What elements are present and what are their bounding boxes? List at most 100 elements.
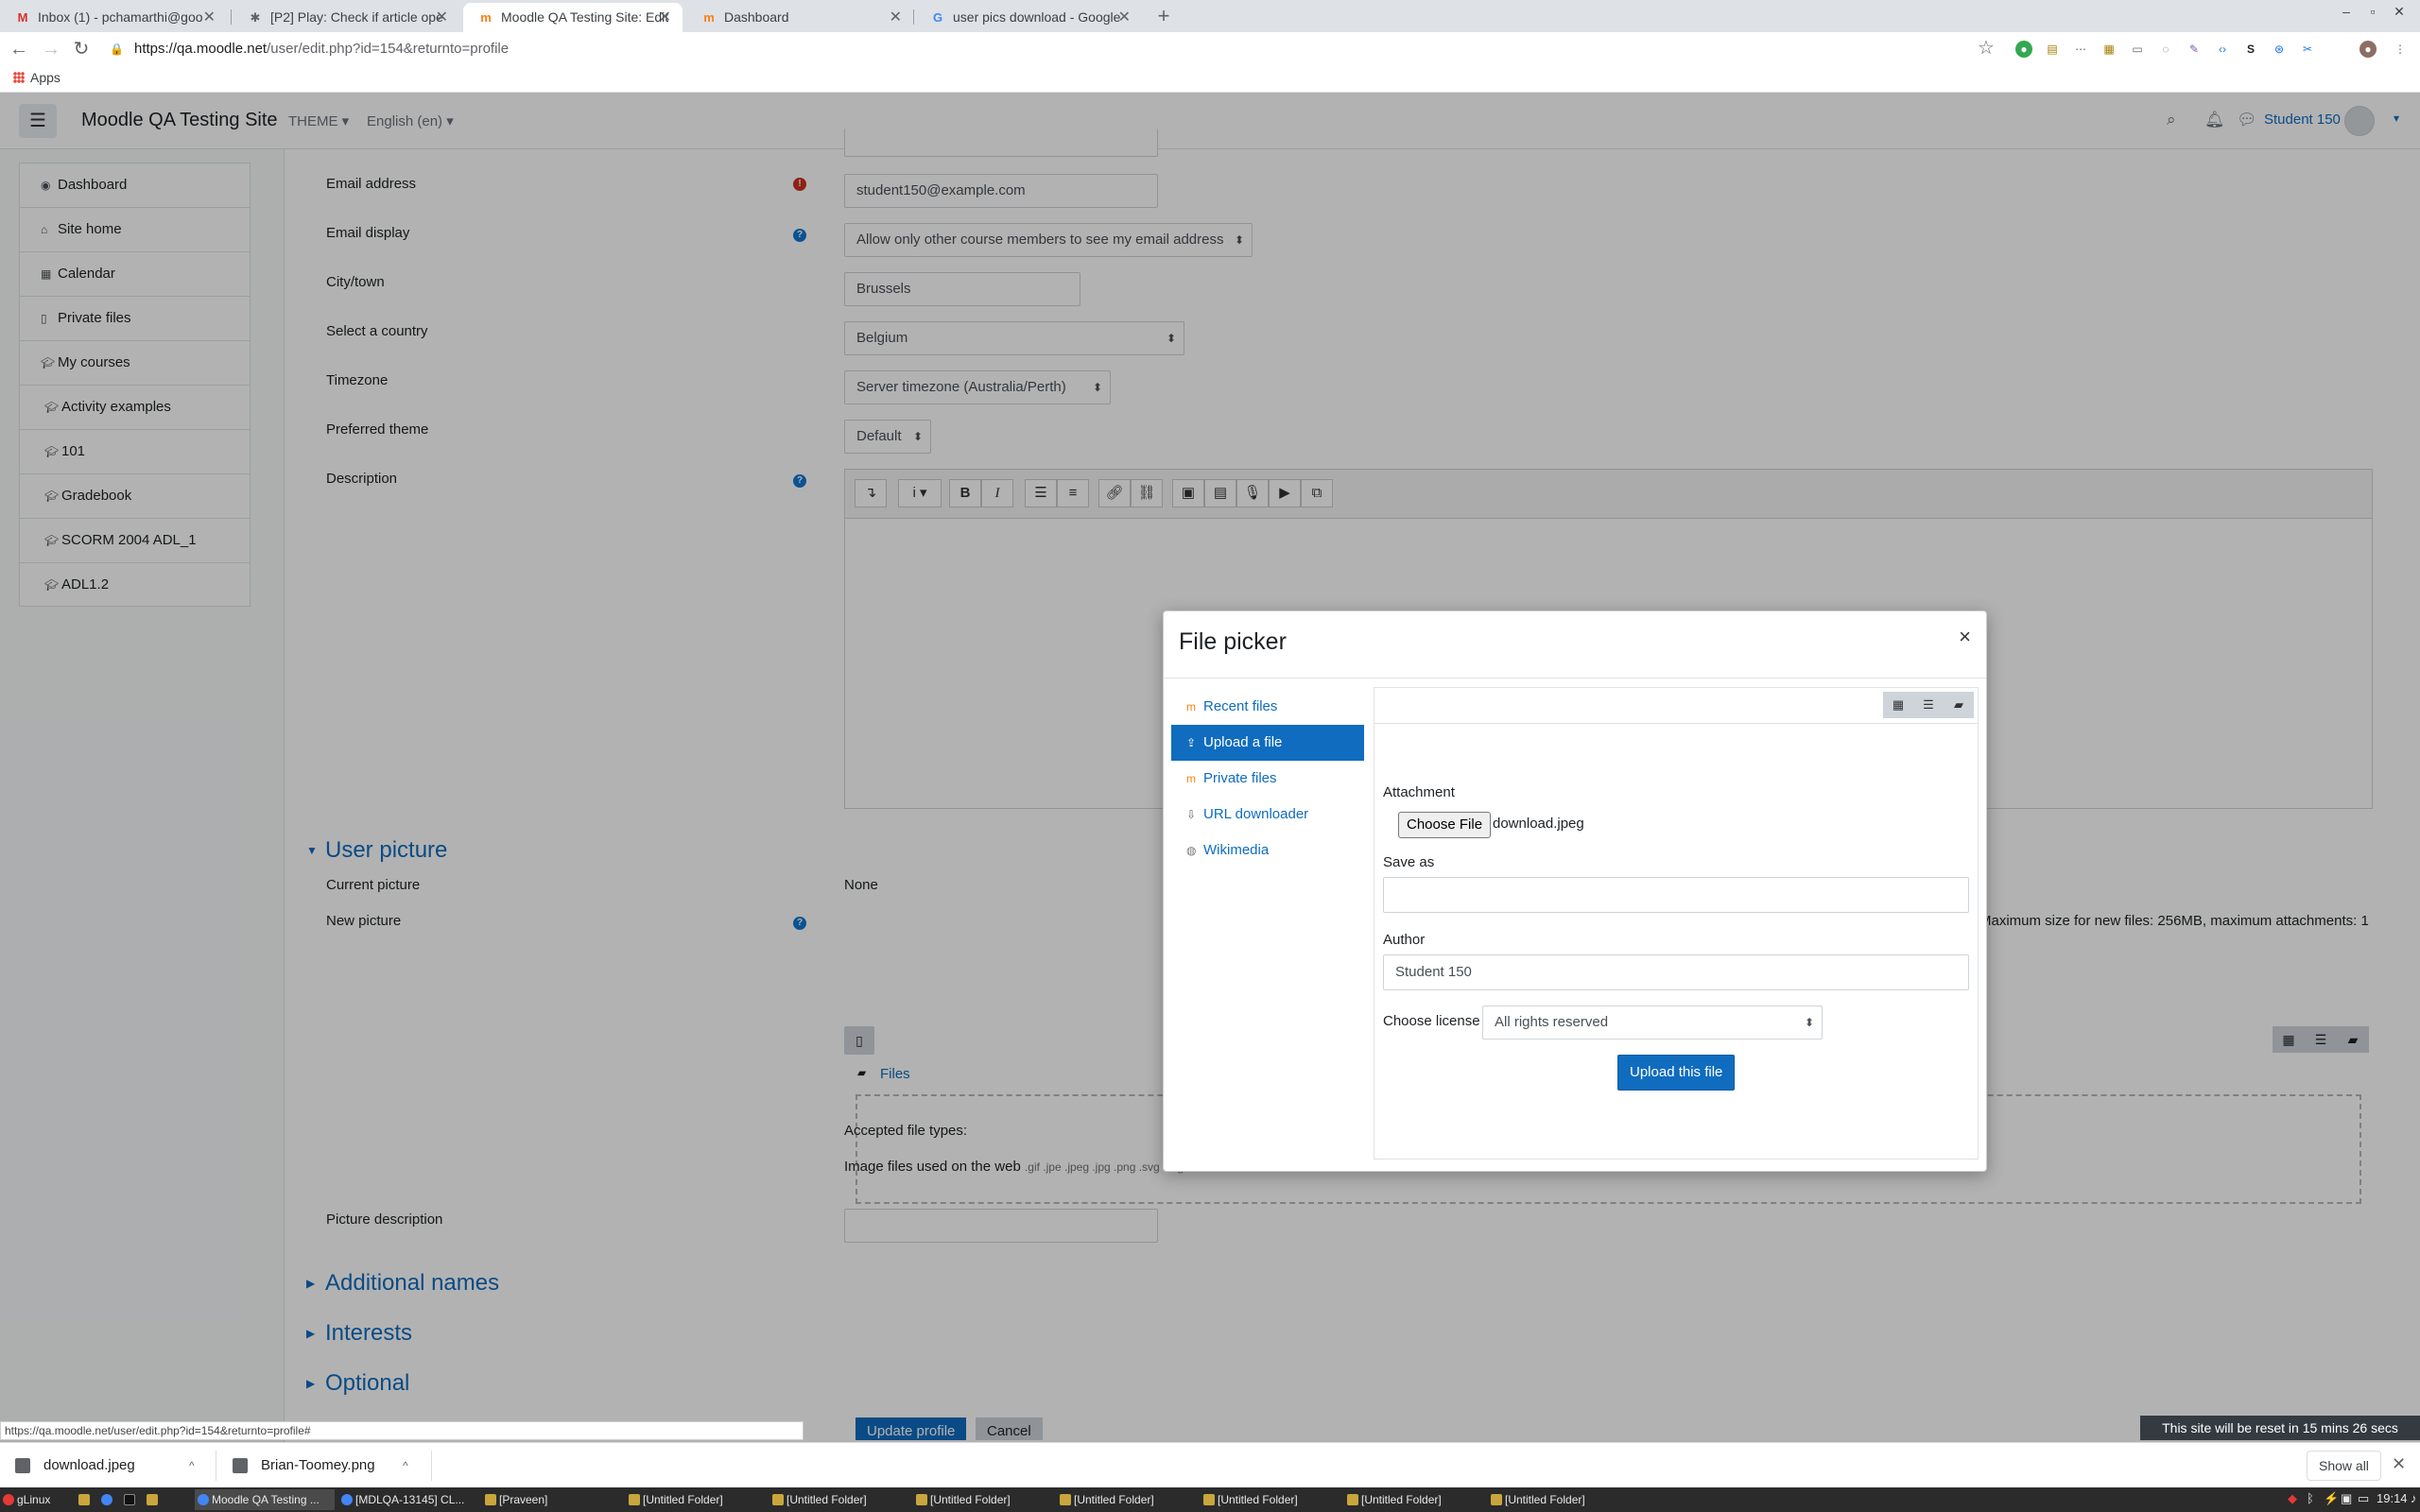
keyboard-icon[interactable]: ▭ (2358, 1491, 2369, 1506)
close-icon[interactable]: ✕ (2392, 1454, 2406, 1474)
chevron-up-icon[interactable]: ^ (189, 1451, 195, 1481)
close-icon[interactable]: ✕ (1118, 3, 1131, 32)
bug-icon: ✱ (250, 10, 261, 25)
chevron-up-icon[interactable]: ^ (403, 1451, 408, 1481)
extension-icon[interactable]: ⋯ (2072, 41, 2089, 58)
repository-toolbar: ▦ ☰ ▰ (1374, 688, 1978, 724)
launcher-files[interactable] (76, 1489, 96, 1510)
chrome-icon (198, 1494, 209, 1505)
bookmarks-bar: Apps (0, 66, 2420, 93)
tab-title: user pics download - Google (953, 9, 1121, 25)
repo-url-downloader[interactable]: ⇩ URL downloader (1171, 797, 1364, 833)
tab-title: Inbox (1) - pchamarthi@goo (38, 9, 203, 25)
launcher-chrome[interactable] (98, 1489, 119, 1510)
repo-wikimedia[interactable]: ◍ Wikimedia (1171, 833, 1364, 868)
apps-shortcut[interactable]: Apps (13, 70, 60, 85)
author-input[interactable]: Student 150 (1383, 954, 1969, 990)
taskbar-item[interactable]: [Praveen] (482, 1489, 622, 1510)
extension-icon[interactable]: ▦ (2100, 41, 2118, 58)
taskbar-item[interactable]: [Untitled Folder] (1344, 1489, 1484, 1510)
reload-icon[interactable]: ↻ (68, 36, 95, 62)
forward-icon[interactable]: → (38, 36, 64, 62)
bookmark-star-icon[interactable]: ☆ (1978, 36, 1995, 60)
extension-icon[interactable]: ◌ (2157, 41, 2174, 58)
list-view-icon[interactable]: ☰ (1913, 692, 1944, 718)
save-as-input[interactable] (1383, 877, 1969, 913)
download-file-name: download.jpeg (43, 1457, 135, 1473)
apps-label: Apps (30, 70, 60, 85)
repo-label: Upload a file (1203, 734, 1283, 750)
close-icon[interactable]: ✕ (203, 3, 216, 32)
taskbar-item[interactable]: [Untitled Folder] (1057, 1489, 1197, 1510)
browser-menu-icon[interactable]: ⋮ (2392, 41, 2409, 58)
download-file-name: Brian-Toomey.png (261, 1457, 375, 1473)
tab-separator (231, 9, 232, 25)
folder-icon (1347, 1494, 1358, 1505)
repo-upload-a-file[interactable]: ⇪ Upload a file (1171, 725, 1364, 761)
taskbar-item[interactable]: [Untitled Folder] (1488, 1489, 1628, 1510)
repo-recent-files[interactable]: m Recent files (1171, 689, 1364, 725)
license-label: Choose license (1383, 1013, 1480, 1029)
close-icon[interactable]: ✕ (436, 3, 448, 32)
chrome-icon (101, 1494, 112, 1505)
choose-file-button[interactable]: Choose File (1398, 812, 1492, 838)
profile-avatar-icon[interactable]: ● (2360, 41, 2377, 58)
taskbar-item[interactable]: Moodle QA Testing ... (195, 1489, 335, 1510)
tab-inbox[interactable]: M Inbox (1) - pchamarthi@goo ✕ (0, 3, 227, 32)
repo-private-files[interactable]: m Private files (1171, 761, 1364, 797)
attachment-label: Attachment (1383, 784, 1455, 800)
taskbar-item[interactable]: [Untitled Folder] (626, 1489, 766, 1510)
volume-icon[interactable]: ♪ (2411, 1491, 2417, 1505)
taskbar-item-label: [Untitled Folder] (1218, 1493, 1298, 1506)
network-icon[interactable]: ⚡ (2324, 1491, 2339, 1506)
recent-files-icon: m (1186, 700, 1196, 713)
tab-moodle-edit[interactable]: m Moodle QA Testing Site: Edit ✕ (463, 3, 683, 32)
repo-label: Wikimedia (1203, 842, 1270, 858)
extension-icon[interactable]: ✂ (2299, 41, 2316, 58)
divider (431, 1451, 432, 1481)
close-icon[interactable]: ✕ (659, 3, 671, 32)
extension-icon[interactable]: ▭ (2129, 41, 2146, 58)
url-host: https://qa.moodle.net (134, 41, 268, 57)
maximize-icon[interactable]: ▫ (2363, 4, 2382, 25)
extension-icon[interactable]: ‹› (2214, 41, 2231, 58)
close-icon[interactable]: ✕ (890, 3, 902, 32)
show-all-downloads-button[interactable]: Show all (2307, 1451, 2381, 1481)
close-window-icon[interactable]: ✕ (2390, 4, 2409, 25)
address-bar[interactable]: 🔒 https://qa.moodle.net/user/edit.php?id… (106, 36, 1996, 62)
extension-icon[interactable]: ✎ (2186, 41, 2203, 58)
download-item[interactable]: download.jpeg ^ (0, 1451, 208, 1481)
taskbar-item[interactable]: [Untitled Folder] (769, 1489, 909, 1510)
folder-icon (485, 1494, 496, 1505)
grid-view-icon[interactable]: ▦ (1883, 692, 1913, 718)
tab-google-search[interactable]: G user pics download - Google ✕ (915, 3, 1142, 32)
extension-icon[interactable]: ● (2015, 41, 2032, 58)
extension-icon[interactable]: ▤ (2044, 41, 2061, 58)
taskbar-item[interactable]: [MDLQA-13145] CL... (338, 1489, 478, 1510)
extension-icon[interactable]: ⊛ (2271, 41, 2288, 58)
back-icon[interactable]: ← (6, 36, 32, 62)
bluetooth-icon[interactable]: ᛒ (2307, 1491, 2314, 1505)
start-menu[interactable]: gLinux (0, 1489, 72, 1510)
moodle-icon: m (480, 10, 492, 25)
upload-this-file-button[interactable]: Upload this file (1617, 1055, 1736, 1091)
launcher-terminal[interactable] (121, 1489, 142, 1510)
download-item[interactable]: Brian-Toomey.png ^ (217, 1451, 425, 1481)
tree-view-icon[interactable]: ▰ (1944, 692, 1974, 718)
tab-dashboard[interactable]: m Dashboard ✕ (686, 3, 913, 32)
display-icon[interactable]: ▣ (2341, 1491, 2352, 1506)
wikimedia-icon: ◍ (1186, 844, 1197, 857)
close-icon[interactable]: × (1959, 625, 1971, 649)
new-tab-button[interactable]: + (1150, 3, 1178, 31)
tab-play-article[interactable]: ✱ [P2] Play: Check if article ope ✕ (233, 3, 459, 32)
tray-icon[interactable]: ◆ (2288, 1491, 2297, 1506)
chrome-icon (341, 1494, 353, 1505)
taskbar-item[interactable]: [Untitled Folder] (1201, 1489, 1340, 1510)
taskbar-item[interactable]: [Untitled Folder] (913, 1489, 1053, 1510)
taskbar-item-label: [Untitled Folder] (643, 1493, 723, 1506)
minimize-icon[interactable]: – (2337, 4, 2356, 25)
license-select[interactable]: All rights reserved (1482, 1005, 1823, 1040)
extension-icon[interactable]: S (2242, 41, 2259, 58)
clock[interactable]: 19:14 (2377, 1491, 2408, 1505)
launcher-folder[interactable] (144, 1489, 164, 1510)
